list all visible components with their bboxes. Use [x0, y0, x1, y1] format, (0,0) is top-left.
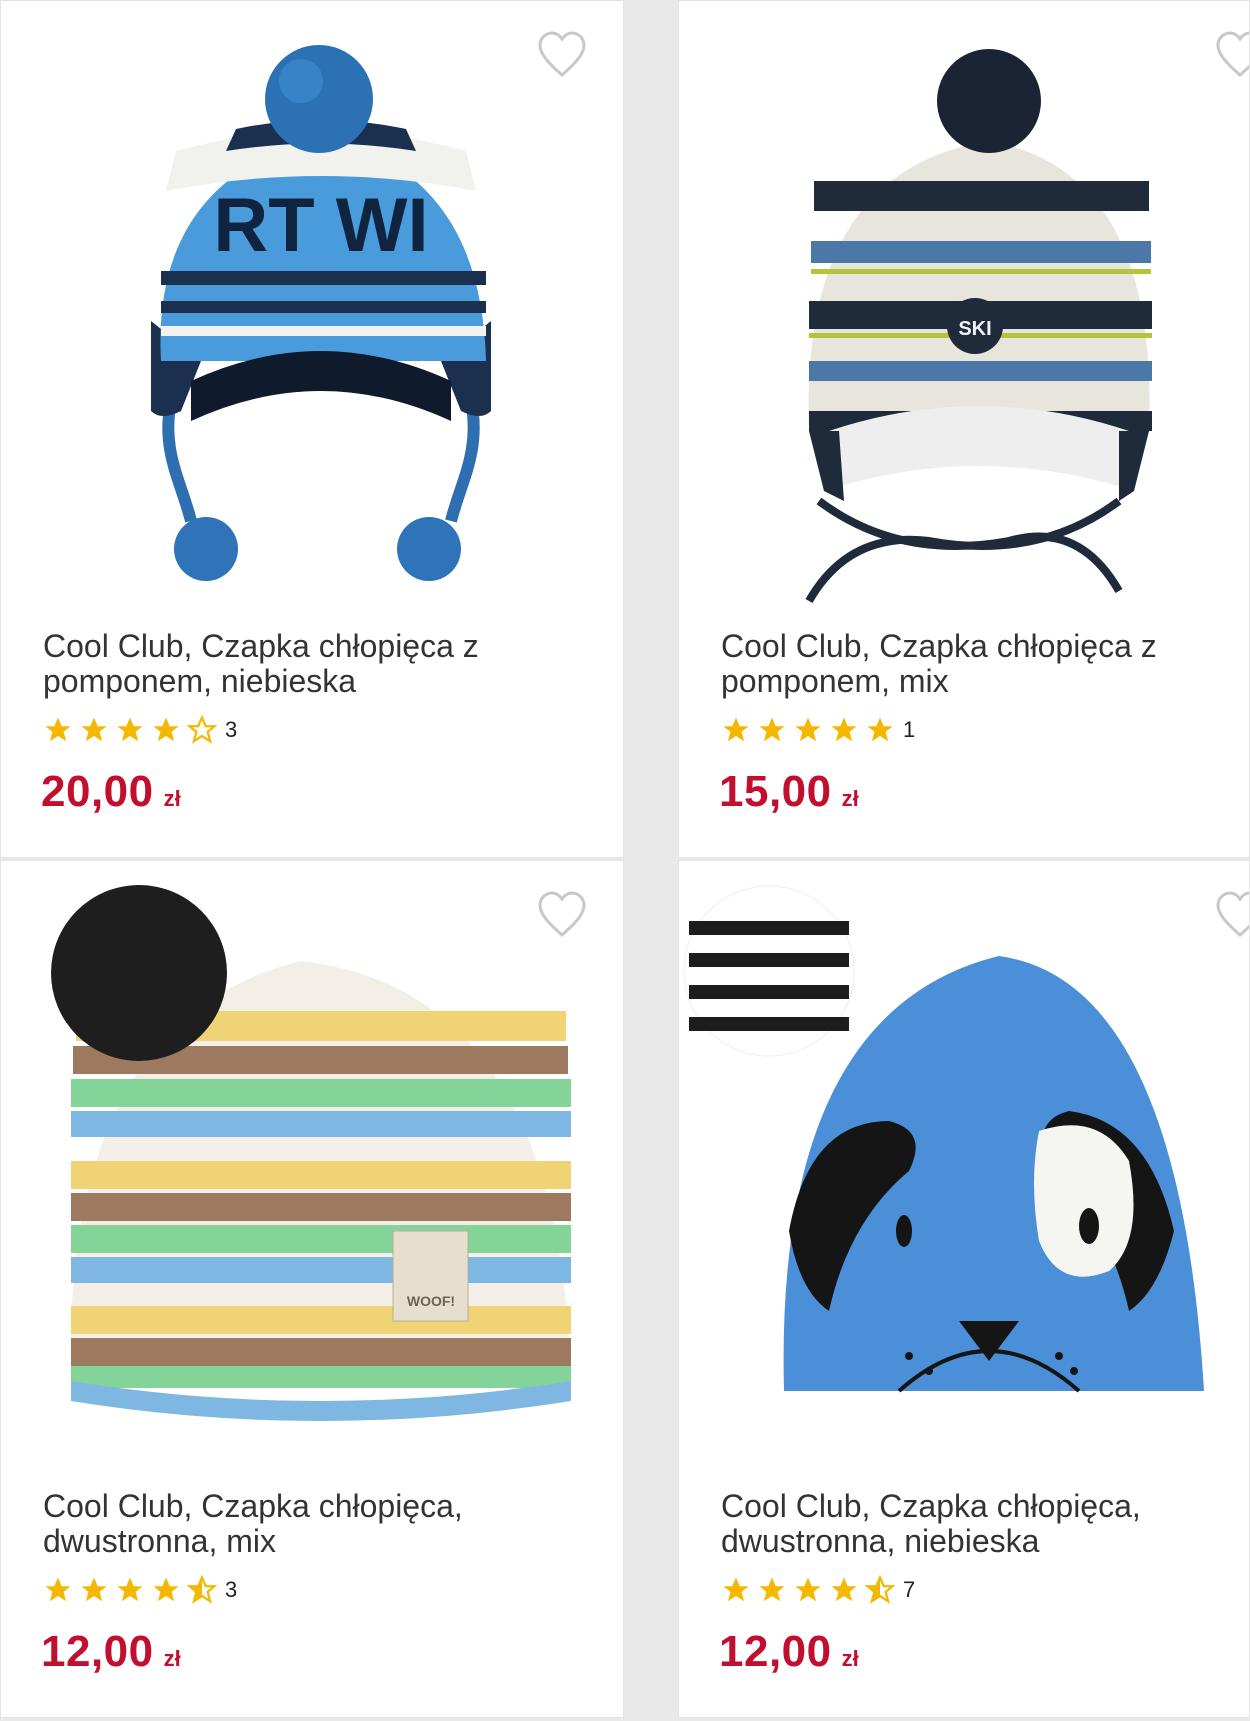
price-currency: zł	[841, 786, 859, 811]
rating: 7	[721, 1573, 915, 1607]
hat-text: RT WI	[213, 183, 428, 268]
star-icon	[759, 1577, 785, 1602]
product-grid-page: RT WI Cool Club, Czapka chłopięca z pomp…	[0, 0, 1250, 1721]
price-value: 12,00	[719, 1627, 832, 1676]
price-value: 15,00	[719, 767, 832, 816]
price-value: 12,00	[41, 1627, 154, 1676]
product-image[interactable]: SKI	[679, 1, 1249, 621]
star-icon	[867, 717, 893, 742]
price-value: 20,00	[41, 767, 154, 816]
heart-outline-icon	[538, 31, 586, 77]
star-icon	[831, 1577, 857, 1602]
star-icon	[759, 717, 785, 742]
rating-count: 7	[903, 1577, 916, 1602]
rating-count: 3	[225, 1577, 238, 1602]
heart-outline-icon	[1216, 31, 1249, 77]
product-title[interactable]: Cool Club, Czapka chłopięca z pomponem, …	[721, 629, 1241, 699]
price: 12,00 zł	[719, 1627, 859, 1677]
rating: 3	[43, 1573, 237, 1607]
star-icon	[153, 1577, 179, 1602]
star-icon	[81, 1577, 107, 1602]
rating: 1	[721, 713, 915, 747]
product-card[interactable]: WOOF! Cool Club, Czapka chłopięca, dwust…	[0, 860, 624, 1718]
star-icon	[117, 1577, 143, 1602]
star-icon	[45, 1577, 71, 1602]
product-title[interactable]: Cool Club, Czapka chłopięca, dwustronna,…	[721, 1489, 1241, 1559]
product-image[interactable]: RT WI	[1, 1, 623, 621]
star-icon	[723, 717, 749, 742]
price: 12,00 zł	[41, 1627, 181, 1677]
star-outline-icon	[187, 715, 217, 744]
ski-badge-text: SKI	[958, 318, 991, 340]
product-image[interactable]: WOOF!	[1, 861, 623, 1481]
wishlist-button[interactable]	[536, 31, 588, 79]
star-icon	[45, 717, 71, 742]
product-title[interactable]: Cool Club, Czapka chłopięca z pomponem, …	[43, 629, 563, 699]
star-icon	[81, 717, 107, 742]
rating-count: 3	[225, 717, 238, 742]
product-image[interactable]	[679, 861, 1249, 1481]
star-half-icon	[865, 1575, 895, 1604]
star-half-icon	[187, 1575, 217, 1604]
rating: 3	[43, 713, 237, 747]
star-icon	[795, 1577, 821, 1602]
price-currency: zł	[841, 1646, 859, 1671]
star-icon	[795, 717, 821, 742]
wishlist-button[interactable]	[536, 891, 588, 939]
product-grid: RT WI Cool Club, Czapka chłopięca z pomp…	[0, 0, 1250, 1721]
product-card[interactable]: Cool Club, Czapka chłopięca, dwustronna,…	[678, 860, 1250, 1718]
price-currency: zł	[163, 1646, 181, 1671]
price-currency: zł	[163, 786, 181, 811]
wishlist-button[interactable]	[1214, 891, 1249, 939]
product-title[interactable]: Cool Club, Czapka chłopięca, dwustronna,…	[43, 1489, 563, 1559]
rating-count: 1	[903, 717, 916, 742]
price: 20,00 zł	[41, 767, 181, 817]
star-icon	[153, 717, 179, 742]
star-icon	[831, 717, 857, 742]
price: 15,00 zł	[719, 767, 859, 817]
product-card[interactable]: RT WI Cool Club, Czapka chłopięca z pomp…	[0, 0, 624, 858]
heart-outline-icon	[538, 891, 586, 937]
wishlist-button[interactable]	[1214, 31, 1249, 79]
star-icon	[117, 717, 143, 742]
woof-label-text: WOOF!	[407, 1293, 455, 1309]
star-icon	[723, 1577, 749, 1602]
heart-outline-icon	[1216, 891, 1249, 937]
product-card[interactable]: SKI Cool Club, Czapka chłopięca z pompon…	[678, 0, 1250, 858]
